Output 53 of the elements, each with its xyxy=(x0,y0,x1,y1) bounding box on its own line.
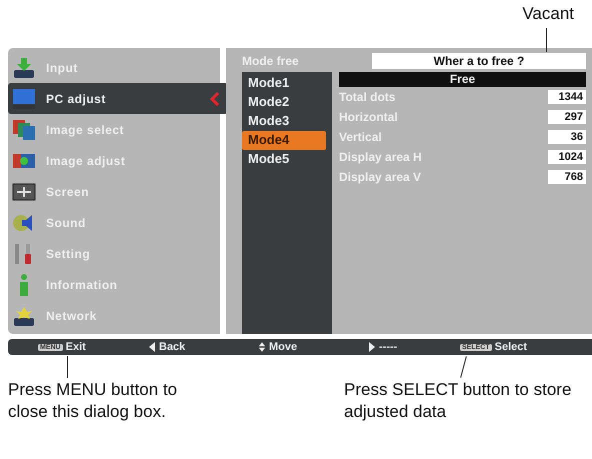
mode-item[interactable]: Mode4 xyxy=(242,131,326,150)
up-down-icon xyxy=(258,341,266,353)
right-triangle-icon xyxy=(368,341,376,353)
menu-item[interactable]: Setting xyxy=(8,238,220,269)
left-triangle-icon xyxy=(148,341,156,353)
menu-label: Information xyxy=(46,278,118,292)
menu-label: Screen xyxy=(46,184,90,198)
menu-item[interactable]: Image select xyxy=(8,114,220,145)
hint-label: ----- xyxy=(379,341,398,353)
header-bar: Free xyxy=(339,72,586,87)
download-icon xyxy=(12,56,36,80)
callout-text: Press MENU button to close this dialog box. xyxy=(8,379,178,423)
setting-label: Total dots xyxy=(339,90,396,104)
value-box: 1344 xyxy=(548,90,586,104)
value-box: 1024 xyxy=(548,150,586,164)
menu-item[interactable]: PC adjust xyxy=(8,83,228,114)
menu-label: Image select xyxy=(46,122,126,136)
submenu-title: Mode free xyxy=(242,54,300,68)
hint-label: Select xyxy=(494,341,528,353)
menu-item[interactable]: Screen xyxy=(8,176,220,207)
setting-label: Display area H xyxy=(339,150,422,164)
setting-label: Horizontal xyxy=(339,110,398,124)
mode-item[interactable]: Mode1 xyxy=(242,74,326,93)
hint-label: Back xyxy=(159,341,186,353)
leader-line xyxy=(67,356,68,378)
value-box: 36 xyxy=(548,130,586,144)
mode-item[interactable]: Mode2 xyxy=(242,93,326,112)
monitor-icon xyxy=(12,86,36,110)
callout-text: Press SELECT button to store adjusted data xyxy=(344,379,572,423)
mode-item[interactable]: Mode5 xyxy=(242,150,326,169)
leader-line xyxy=(546,28,547,52)
menu-label: Sound xyxy=(46,216,87,230)
name-field[interactable]: Wher a to free ? xyxy=(372,53,586,69)
chevron-icon xyxy=(210,92,220,106)
menu-item[interactable]: Information xyxy=(8,269,220,300)
mode-item[interactable]: Mode3 xyxy=(242,112,326,131)
menu-label: Input xyxy=(46,60,79,74)
menu-label: Setting xyxy=(46,246,92,260)
menu-label: Image adjust xyxy=(46,154,126,168)
value-box: 297 xyxy=(548,110,586,124)
pictures-icon xyxy=(12,118,36,142)
menu-label: PC adjust xyxy=(46,92,107,106)
menu-item[interactable]: Input xyxy=(8,52,220,83)
menu-item[interactable]: Image adjust xyxy=(8,145,220,176)
setting-label: Display area V xyxy=(339,170,422,184)
menu-label: Network xyxy=(46,308,98,322)
menu-item[interactable]: Sound xyxy=(8,207,220,238)
hint-label: Move xyxy=(269,341,298,353)
menu-item[interactable]: Network xyxy=(8,300,220,331)
setting-label: Vertical xyxy=(339,130,382,144)
hint-label: Exit xyxy=(66,341,86,353)
value-box: 768 xyxy=(548,170,586,184)
callout-text: Vacant xyxy=(522,4,574,24)
